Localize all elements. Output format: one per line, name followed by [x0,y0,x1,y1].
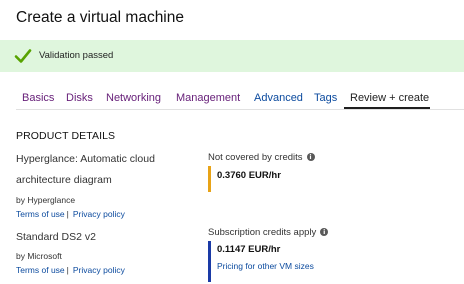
tab-basics[interactable]: Basics [22,92,54,104]
validation-banner: Validation passed [0,40,464,72]
tab-divider [16,109,464,110]
tab-advanced[interactable]: Advanced [254,92,303,104]
page-title: Create a virtual machine [16,9,184,26]
publisher-label: by Hyperglance [16,195,76,205]
privacy-policy-link[interactable]: Privacy policy [73,209,125,219]
link-separator: | [66,209,69,219]
publisher-label: by Microsoft [16,251,62,261]
price-label: Not covered by credits i [208,152,315,163]
product-links: Terms of use | Privacy policy [16,209,125,219]
terms-of-use-link[interactable]: Terms of use [16,209,65,219]
checkmark-icon [14,49,32,63]
price-block: 0.3760 EUR/hr [208,166,281,192]
price-label-text: Not covered by credits [208,152,303,163]
price-value: 0.1147 EUR/hr [217,244,281,255]
price-block: 0.1147 EUR/hr Pricing for other VM sizes [208,241,314,282]
tab-review-create[interactable]: Review + create [350,92,429,104]
terms-of-use-link[interactable]: Terms of use [16,265,65,275]
product-name: Standard DS2 v2 [16,231,96,243]
product-name-line2: architecture diagram [16,174,112,186]
link-separator: | [66,265,69,275]
validation-text: Validation passed [39,50,114,61]
price-value: 0.3760 EUR/hr [217,170,281,181]
tab-tags[interactable]: Tags [314,92,337,104]
tab-networking[interactable]: Networking [106,92,161,104]
product-name: Hyperglance: Automatic cloud [16,153,155,165]
tab-disks[interactable]: Disks [66,92,93,104]
pricing-other-sizes-link[interactable]: Pricing for other VM sizes [217,261,314,271]
price-label: Subscription credits apply i [208,227,329,238]
info-icon[interactable]: i [306,153,315,161]
privacy-policy-link[interactable]: Privacy policy [73,265,125,275]
section-heading: PRODUCT DETAILS [16,130,116,142]
price-label-text: Subscription credits apply [208,227,317,238]
tab-management[interactable]: Management [176,92,240,104]
info-icon[interactable]: i [320,228,329,236]
product-links: Terms of use | Privacy policy [16,265,125,275]
tab-bar: Basics Disks Networking Management Advan… [16,87,464,110]
